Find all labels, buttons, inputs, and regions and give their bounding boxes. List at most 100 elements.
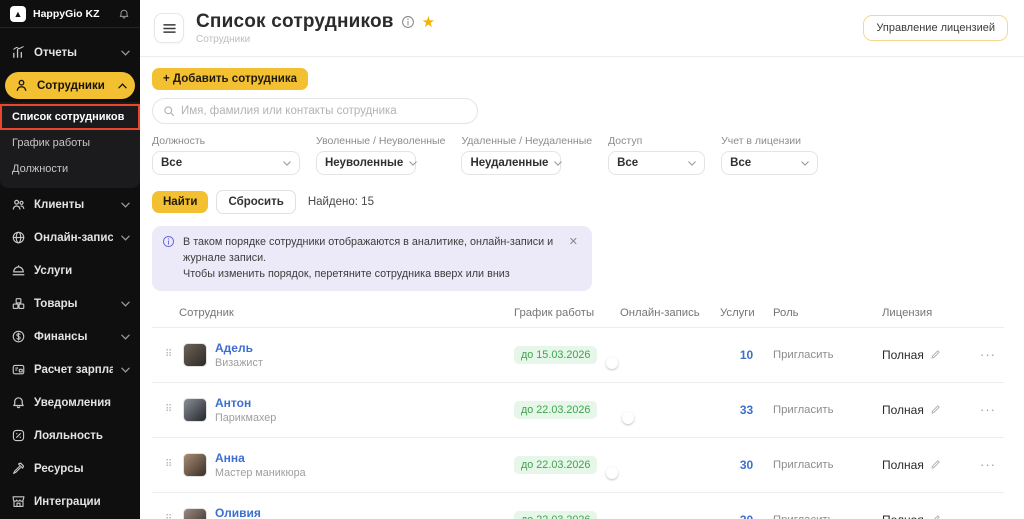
- row-menu-icon[interactable]: ···: [980, 512, 1004, 519]
- edit-pencil-icon[interactable]: [930, 404, 941, 415]
- select-value: Неуволенные: [325, 157, 404, 169]
- submenu-item-work-schedule[interactable]: График работы: [0, 130, 140, 156]
- actions-row: Найти Сбросить Найдено: 15: [152, 190, 1004, 214]
- schedule-badge[interactable]: до 22.03.2026: [514, 401, 598, 420]
- select-value: Все: [617, 157, 639, 169]
- license-select[interactable]: Все: [721, 151, 819, 175]
- reset-button[interactable]: Сбросить: [216, 190, 296, 214]
- sidebar-nav: Отчеты Сотрудники Список сотрудников Гра: [0, 28, 140, 518]
- search-input[interactable]: [181, 105, 467, 117]
- sidebar-item-employees-pill: Сотрудники: [5, 72, 135, 99]
- schedule-badge[interactable]: до 22.03.2026: [514, 511, 598, 519]
- invite-link[interactable]: Пригласить: [773, 514, 882, 519]
- license-value: Полная: [882, 402, 924, 417]
- notifications-bell-icon[interactable]: [118, 8, 130, 20]
- sidebar-item-employees[interactable]: Сотрудники: [0, 69, 140, 102]
- services-count-link[interactable]: 30: [720, 513, 773, 519]
- row-menu-icon[interactable]: ···: [980, 347, 1004, 362]
- collapse-sidebar-button[interactable]: [154, 13, 184, 43]
- filter-license: Учет в лицензии Все: [721, 135, 819, 175]
- sidebar-item-clients[interactable]: Клиенты: [0, 188, 140, 221]
- sidebar-item-online-booking[interactable]: Онлайн-запись: [0, 221, 140, 254]
- invite-link[interactable]: Пригласить: [773, 459, 882, 471]
- filter-fired: Уволенные / Неуволенные Неуволенные: [316, 135, 445, 175]
- order-info-banner: В таком порядке сотрудники отображаются …: [152, 226, 592, 291]
- sidebar-item-label: Уведомления: [34, 396, 111, 409]
- people-icon: [10, 197, 26, 213]
- invite-link[interactable]: Пригласить: [773, 349, 882, 361]
- employee-name-link[interactable]: Анна: [215, 451, 306, 465]
- drag-handle-icon[interactable]: ⠿: [165, 404, 175, 415]
- sidebar-item-loyalty[interactable]: Лояльность: [0, 419, 140, 452]
- sidebar-item-notifications[interactable]: Уведомления: [0, 386, 140, 419]
- sidebar-item-goods[interactable]: Товары: [0, 287, 140, 320]
- filter-label: Доступ: [608, 135, 643, 147]
- deleted-select[interactable]: Неудаленные: [461, 151, 563, 175]
- sidebar-item-finances[interactable]: Финансы: [0, 320, 140, 353]
- sidebar-item-label: Услуги: [34, 264, 73, 277]
- select-value: Неудаленные: [470, 157, 549, 169]
- dollar-coin-icon: [10, 329, 26, 345]
- table-row: ⠿ Оливия Мастер маникюра до 22.03.2026 3…: [152, 493, 1004, 519]
- col-header-services: Услуги: [720, 306, 755, 319]
- chevron-down-icon: [121, 301, 130, 307]
- add-employee-button[interactable]: + Добавить сотрудника: [152, 68, 309, 90]
- edit-pencil-icon[interactable]: [930, 349, 941, 360]
- employee-name-link[interactable]: Оливия: [215, 506, 306, 519]
- employee-search: [152, 98, 478, 124]
- sidebar: ▲ HappyGio KZ Отчеты Сотрудники Список с…: [0, 0, 140, 519]
- filter-label: Уволенные / Неуволенные: [316, 135, 446, 147]
- row-menu-icon[interactable]: ···: [980, 402, 1004, 417]
- employee-name-link[interactable]: Антон: [215, 396, 276, 410]
- info-icon: [162, 235, 175, 248]
- filters-row: Должность Все Уволенные / Неуволенные Не…: [152, 135, 1004, 175]
- fired-select[interactable]: Неуволенные: [316, 151, 418, 175]
- chevron-down-icon: [121, 202, 130, 208]
- sidebar-item-payroll[interactable]: Расчет зарплат: [0, 353, 140, 386]
- sidebar-item-reports[interactable]: Отчеты: [0, 36, 140, 69]
- services-count-link[interactable]: 10: [720, 348, 773, 362]
- sidebar-item-label: Расчет зарплат: [34, 363, 113, 376]
- invite-link[interactable]: Пригласить: [773, 404, 882, 416]
- employee-position: Парикмахер: [215, 411, 277, 424]
- schedule-badge[interactable]: до 22.03.2026: [514, 456, 598, 475]
- row-menu-icon[interactable]: ···: [980, 457, 1004, 472]
- drag-handle-icon[interactable]: ⠿: [165, 514, 175, 519]
- globe-icon: [10, 230, 26, 246]
- license-value: Полная: [882, 347, 924, 362]
- sidebar-item-label: Сотрудники: [37, 79, 105, 92]
- submenu-item-employee-list[interactable]: Список сотрудников: [0, 104, 140, 130]
- position-select[interactable]: Все: [152, 151, 300, 175]
- services-count-link[interactable]: 33: [720, 403, 773, 417]
- drag-handle-icon[interactable]: ⠿: [165, 459, 175, 470]
- find-button[interactable]: Найти: [152, 191, 209, 213]
- filter-label: Учет в лицензии: [721, 135, 802, 147]
- employee-name-link[interactable]: Адель: [215, 341, 263, 355]
- schedule-badge[interactable]: до 15.03.2026: [514, 346, 598, 365]
- chevron-down-icon: [688, 160, 696, 166]
- payroll-card-icon: [10, 362, 26, 378]
- chevron-down-icon: [121, 334, 130, 340]
- edit-pencil-icon[interactable]: [930, 514, 941, 519]
- filter-label: Удаленные / Неудаленные: [461, 135, 593, 147]
- sidebar-item-services[interactable]: Услуги: [0, 254, 140, 287]
- content-area: + Добавить сотрудника Должность Все Увол…: [140, 57, 1024, 519]
- edit-pencil-icon[interactable]: [930, 459, 941, 470]
- favorite-star-icon[interactable]: ★: [422, 15, 435, 30]
- avatar: [183, 452, 207, 477]
- sidebar-item-resources[interactable]: Ресурсы: [0, 452, 140, 485]
- chevron-down-icon: [283, 160, 291, 166]
- sidebar-header: ▲ HappyGio KZ: [0, 0, 140, 28]
- banner-text: В таком порядке сотрудники отображаются …: [183, 236, 554, 281]
- table-row: ⠿ Анна Мастер маникюра до 22.03.2026 30 …: [152, 438, 1004, 493]
- col-header-role: Роль: [773, 306, 799, 319]
- sidebar-item-integrations[interactable]: Интеграции: [0, 485, 140, 518]
- col-header-online: Онлайн-запись: [620, 306, 700, 319]
- submenu-item-positions[interactable]: Должности: [0, 156, 140, 182]
- drag-handle-icon[interactable]: ⠿: [165, 349, 175, 360]
- info-icon[interactable]: [401, 15, 415, 29]
- access-select[interactable]: Все: [608, 151, 706, 175]
- services-count-link[interactable]: 30: [720, 458, 773, 472]
- manage-license-button[interactable]: Управление лицензией: [863, 15, 1008, 41]
- close-icon[interactable]: ✕: [567, 234, 580, 249]
